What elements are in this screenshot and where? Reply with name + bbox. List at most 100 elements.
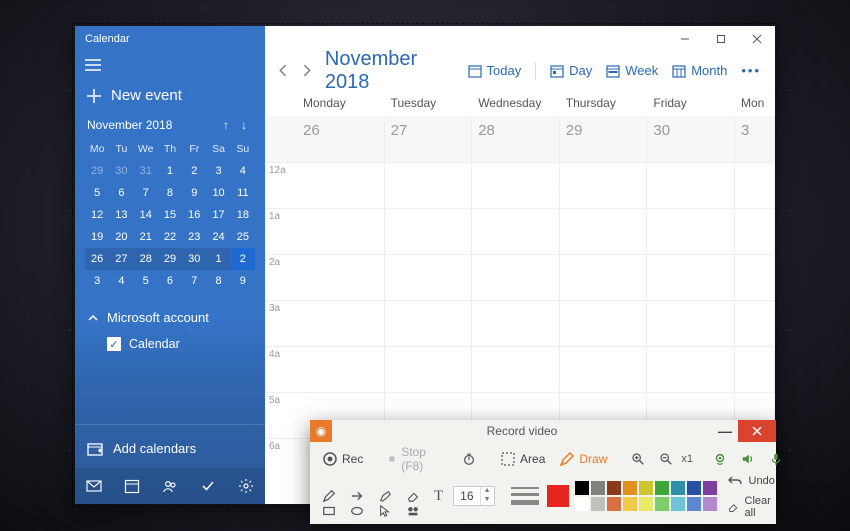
color-swatch[interactable]	[607, 497, 621, 511]
color-swatch[interactable]	[687, 497, 701, 511]
mini-day[interactable]: 16	[182, 204, 206, 226]
new-event-button[interactable]: New event	[75, 79, 265, 118]
date-header[interactable]: 27	[385, 116, 473, 162]
area-button[interactable]: Area	[496, 449, 549, 469]
stop-button[interactable]: Stop (F8)	[383, 443, 436, 475]
hour-cell[interactable]	[560, 208, 648, 254]
color-swatch[interactable]	[671, 497, 685, 511]
draw-button[interactable]: Draw	[555, 449, 611, 469]
hour-cell[interactable]	[647, 162, 735, 208]
color-swatch[interactable]	[703, 481, 717, 495]
mini-day[interactable]: 5	[85, 182, 109, 204]
mini-day[interactable]: 12	[85, 204, 109, 226]
font-size-input[interactable]: 16 ▲▼	[453, 486, 494, 506]
hour-cell[interactable]	[560, 162, 648, 208]
mini-day[interactable]: 6	[158, 270, 182, 292]
mini-day[interactable]: 28	[134, 248, 158, 270]
calendar-checkbox-row[interactable]: ✓ Calendar	[75, 331, 265, 357]
color-swatch[interactable]	[591, 497, 605, 511]
zoom-in-button[interactable]	[627, 450, 649, 468]
mini-day[interactable]: 15	[158, 204, 182, 226]
calendar-icon[interactable]	[124, 478, 140, 494]
hour-cell[interactable]	[735, 208, 775, 254]
mini-day[interactable]: 2	[231, 248, 255, 270]
mini-day[interactable]: 29	[85, 160, 109, 182]
more-button[interactable]: •••	[737, 63, 765, 78]
hour-cell[interactable]	[297, 254, 385, 300]
hour-cell[interactable]	[735, 346, 775, 392]
date-header[interactable]: 29	[560, 116, 648, 162]
mini-day[interactable]: 7	[134, 182, 158, 204]
mini-day[interactable]: 13	[109, 204, 133, 226]
hour-cell[interactable]	[385, 300, 473, 346]
webcam-button[interactable]	[709, 450, 731, 468]
hour-cell[interactable]	[385, 208, 473, 254]
today-button[interactable]: Today	[464, 63, 526, 78]
mini-day[interactable]: 1	[158, 160, 182, 182]
mini-day[interactable]: 4	[109, 270, 133, 292]
week-view-button[interactable]: Week	[602, 63, 662, 78]
color-swatch[interactable]	[703, 497, 717, 511]
mail-icon[interactable]	[86, 478, 102, 494]
mini-day[interactable]: 26	[85, 248, 109, 270]
mini-day[interactable]: 17	[206, 204, 230, 226]
mini-day[interactable]: 8	[206, 270, 230, 292]
color-swatch[interactable]	[655, 497, 669, 511]
hour-cell[interactable]	[385, 346, 473, 392]
hour-cell[interactable]	[735, 162, 775, 208]
color-swatch[interactable]	[687, 481, 701, 495]
date-header[interactable]: 26	[297, 116, 385, 162]
hour-cell[interactable]	[472, 208, 560, 254]
mini-day[interactable]: 30	[182, 248, 206, 270]
hour-cell[interactable]	[297, 300, 385, 346]
color-swatch[interactable]	[623, 497, 637, 511]
hour-cell[interactable]	[472, 300, 560, 346]
hour-cell[interactable]	[472, 254, 560, 300]
hour-cell[interactable]	[647, 254, 735, 300]
clear-all-button[interactable]: Clear all	[723, 493, 779, 521]
hour-cell[interactable]	[385, 162, 473, 208]
hour-cell[interactable]	[735, 254, 775, 300]
color-swatch[interactable]	[575, 481, 589, 495]
microphone-button[interactable]	[765, 450, 787, 468]
hour-cell[interactable]	[735, 300, 775, 346]
mini-day[interactable]: 14	[134, 204, 158, 226]
account-toggle[interactable]: Microsoft account	[75, 298, 265, 331]
color-swatch[interactable]	[623, 481, 637, 495]
hour-cell[interactable]	[472, 346, 560, 392]
palette-grid[interactable]	[575, 481, 717, 511]
settings-icon[interactable]	[238, 478, 254, 494]
mini-day[interactable]: 29	[158, 248, 182, 270]
rectangle-tool[interactable]	[318, 502, 340, 520]
mini-day[interactable]: 21	[134, 226, 158, 248]
mini-day[interactable]: 22	[158, 226, 182, 248]
hour-cell[interactable]	[647, 208, 735, 254]
mini-day[interactable]: 27	[109, 248, 133, 270]
mini-day[interactable]: 9	[182, 182, 206, 204]
mini-day[interactable]: 4	[231, 160, 255, 182]
record-button[interactable]: Rec	[318, 449, 367, 469]
day-view-button[interactable]: Day	[546, 63, 596, 78]
date-header[interactable]: 28	[472, 116, 560, 162]
mini-day[interactable]: 18	[231, 204, 255, 226]
mini-day[interactable]: 25	[231, 226, 255, 248]
mini-day[interactable]: 19	[85, 226, 109, 248]
mini-day[interactable]: 5	[134, 270, 158, 292]
line-weight-picker[interactable]	[511, 487, 539, 505]
mini-day[interactable]: 20	[109, 226, 133, 248]
zoom-out-button[interactable]	[655, 450, 677, 468]
hour-cell[interactable]	[385, 254, 473, 300]
undo-button[interactable]: Undo	[723, 471, 779, 491]
mini-day[interactable]: 11	[231, 182, 255, 204]
minimize-button[interactable]	[667, 26, 703, 52]
mini-day[interactable]: 2	[182, 160, 206, 182]
hour-cell[interactable]	[560, 300, 648, 346]
mini-day[interactable]: 6	[109, 182, 133, 204]
hour-cell[interactable]	[297, 162, 385, 208]
current-color-swatch[interactable]	[547, 485, 569, 507]
todo-icon[interactable]	[200, 478, 216, 494]
mini-day[interactable]: 8	[158, 182, 182, 204]
hour-cell[interactable]	[647, 300, 735, 346]
stamp-tool[interactable]	[402, 502, 424, 520]
close-button[interactable]	[739, 26, 775, 52]
